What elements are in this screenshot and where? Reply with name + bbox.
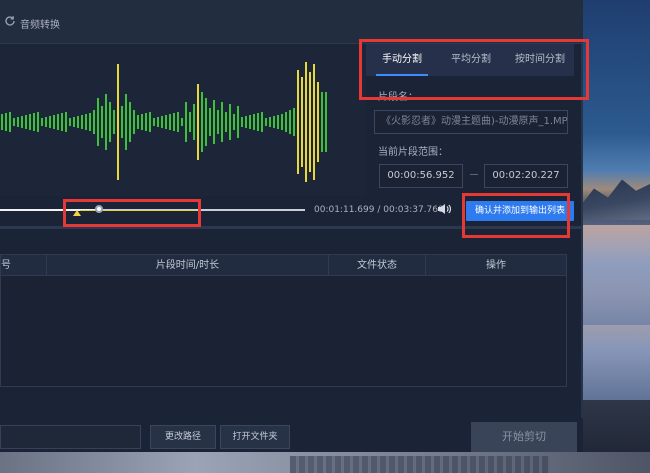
current-time: 00:01:11.699 bbox=[314, 205, 375, 215]
tab-average-split[interactable]: 平均分割 bbox=[438, 44, 504, 76]
window-title: 音频转换 bbox=[20, 20, 60, 31]
column-header-actions: 操作 bbox=[486, 260, 506, 271]
tab-manual-split[interactable]: 手动分割 bbox=[372, 44, 432, 76]
start-time-field[interactable]: 00:00:56.952 bbox=[379, 164, 463, 188]
refresh-icon bbox=[4, 15, 16, 27]
desktop-taskbar-area bbox=[0, 452, 650, 473]
waveform-graph bbox=[1, 62, 327, 182]
start-cut-button[interactable]: 开始剪切 bbox=[471, 422, 577, 452]
audio-cutter-window: 音频转换 手动分割 平均分割 按时间分割 片段名： 《火影忍者》动漫主题曲)-动… bbox=[0, 0, 583, 452]
clip-name-field[interactable]: 《火影忍者》动漫主题曲)-动漫原声_1.MP3 bbox=[374, 110, 568, 134]
speaker-icon[interactable] bbox=[437, 203, 452, 215]
end-time-field[interactable]: 00:02:20.227 bbox=[484, 164, 568, 188]
column-header-time: 片段时间/时长 bbox=[155, 260, 220, 271]
open-folder-button[interactable]: 打开文件夹 bbox=[220, 425, 290, 449]
total-time: 00:03:37.760 bbox=[383, 205, 444, 215]
change-path-button[interactable]: 更改路径 bbox=[150, 425, 216, 449]
section-divider bbox=[0, 226, 583, 229]
playhead-handle[interactable] bbox=[95, 205, 103, 213]
output-path-input[interactable] bbox=[0, 425, 141, 449]
output-list-table: 号 片段时间/时长 文件状态 操作 bbox=[0, 254, 567, 387]
split-mode-tabs: 手动分割 平均分割 按时间分割 bbox=[366, 44, 574, 76]
column-header-status: 文件状态 bbox=[357, 260, 397, 271]
wallpaper-mountains bbox=[580, 179, 650, 220]
wallpaper-lake bbox=[580, 225, 650, 325]
confirm-add-to-output-button[interactable]: 确认并添加到输出列表 bbox=[466, 201, 574, 221]
column-header-index: 号 bbox=[1, 260, 11, 271]
waveform-panel[interactable] bbox=[0, 44, 366, 196]
tab-time-split[interactable]: 按时间分割 bbox=[506, 44, 574, 76]
title-bar: 音频转换 bbox=[0, 0, 583, 44]
segment-start-marker[interactable] bbox=[73, 210, 81, 216]
clip-range-label: 当前片段范围： bbox=[378, 147, 448, 158]
desktop-wallpaper bbox=[580, 0, 650, 473]
time-readout: 00:01:11.699 / 00:03:37.760 bbox=[314, 205, 444, 215]
time-separator: / bbox=[377, 205, 381, 215]
clip-name-label: 片段名： bbox=[378, 92, 418, 103]
range-separator bbox=[470, 174, 478, 175]
table-header: 号 片段时间/时长 文件状态 操作 bbox=[1, 255, 566, 276]
